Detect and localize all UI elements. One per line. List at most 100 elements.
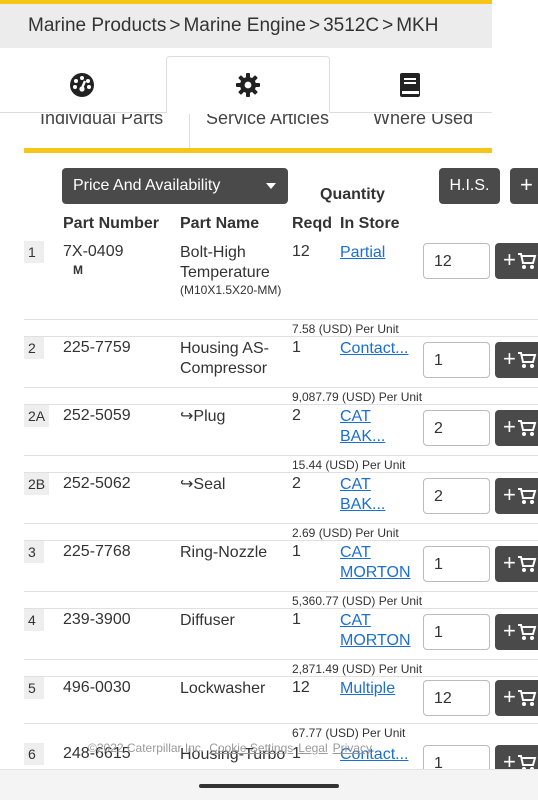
row-index: 4 [24, 609, 44, 631]
price-availability-label: Price And Availability [73, 177, 221, 194]
price-availability-button[interactable]: Price And Availability [62, 168, 288, 204]
row-index: 2B [24, 473, 50, 495]
cart-icon [518, 624, 537, 640]
quantity-input[interactable]: 12 [423, 680, 490, 716]
privacy-link[interactable]: Privacy [333, 741, 372, 755]
unit-price: 5,360.77 (USD) Per Unit [24, 591, 538, 609]
part-name: Lockwasher [180, 680, 266, 697]
reqd-value: 2 [292, 407, 301, 424]
cart-icon [518, 488, 537, 504]
in-store-link[interactable]: CAT MORTON [340, 543, 420, 583]
cart-icon [518, 253, 537, 269]
quantity-heading: Quantity [320, 186, 385, 203]
plus-icon: + [503, 346, 516, 371]
plus-icon: + [503, 684, 516, 709]
parts-tab-bar: Individual Parts Service Articles Where … [24, 114, 492, 152]
system-nav-bar [0, 769, 538, 800]
breadcrumb-item-marine-engine[interactable]: Marine Engine [183, 15, 306, 36]
plus-icon: + [503, 247, 516, 272]
unit-price: 7.58 (USD) Per Unit [24, 319, 538, 337]
add-to-cart-button[interactable]: + [495, 745, 538, 769]
add-to-cart-button[interactable]: + [495, 546, 538, 582]
chevron-down-icon [266, 183, 276, 189]
breadcrumb-separator: > [169, 15, 181, 36]
parts-table: Price And Availability Quantity H.I.S. +… [24, 153, 538, 769]
part-number-marker: M [73, 263, 83, 277]
cart-icon [518, 352, 537, 368]
his-button[interactable]: H.I.S. [439, 168, 500, 204]
tab-service-articles[interactable]: Service Articles [189, 114, 355, 152]
part-number: 225-7768 [63, 543, 131, 560]
quantity-input[interactable]: 1 [423, 614, 490, 650]
tab-parts[interactable] [166, 56, 330, 113]
tab-manual[interactable] [328, 56, 492, 113]
in-store-link[interactable]: CAT MORTON [340, 611, 420, 651]
breadcrumb-item-marine-products[interactable]: Marine Products [28, 15, 166, 36]
unit-price: 9,087.79 (USD) Per Unit [24, 387, 538, 405]
gear-icon [236, 72, 260, 97]
column-header-part-name: Part Name [180, 215, 260, 232]
table-row: 4 239-3900 Diffuser 1 CAT MORTON 1 + [24, 609, 538, 659]
in-store-link[interactable]: CAT BAK... [340, 407, 420, 447]
quantity-input[interactable]: 2 [423, 478, 490, 514]
row-index: 6 [24, 743, 44, 765]
part-number: 252-5059 [63, 407, 131, 424]
cart-icon [518, 755, 537, 769]
table-row: 2B 252-5062 ↪Seal 2 CAT BAK... 2 + [24, 473, 538, 523]
in-store-link[interactable]: Multiple [340, 679, 420, 699]
breadcrumb-item-prefix: MKH [396, 15, 439, 36]
gauge-icon [70, 72, 94, 97]
table-row: 5 496-0030 Lockwasher 12 Multiple 12 + [24, 677, 538, 723]
part-name: Housing AS-Compressor [180, 340, 269, 377]
add-to-cart-button[interactable]: + [495, 680, 538, 716]
part-name: ↪Plug [180, 408, 226, 425]
in-store-link[interactable]: Partial [340, 243, 420, 263]
legal-link[interactable]: Legal [298, 741, 327, 755]
add-to-cart-button[interactable]: + [495, 478, 538, 514]
in-store-link[interactable]: Contact... [340, 339, 420, 359]
breadcrumb-item-model[interactable]: 3512C [323, 15, 379, 36]
plus-icon: + [503, 414, 516, 439]
quantity-input[interactable]: 12 [423, 243, 490, 279]
reqd-value: 1 [292, 339, 301, 356]
row-index: 2A [24, 405, 50, 427]
home-gesture-handle[interactable] [199, 784, 339, 788]
plus-icon: + [503, 482, 516, 507]
quantity-input[interactable]: 1 [423, 342, 490, 378]
add-to-cart-button[interactable]: + [495, 243, 538, 279]
reqd-value: 12 [292, 243, 310, 260]
unit-price: 2.69 (USD) Per Unit [24, 523, 538, 541]
breadcrumb-separator: > [308, 15, 321, 36]
unit-price: 15.44 (USD) Per Unit [24, 455, 538, 473]
reqd-value: 2 [292, 475, 301, 492]
tab-individual-parts[interactable]: Individual Parts [24, 114, 189, 152]
breadcrumb-separator: > [382, 15, 394, 36]
row-index: 1 [24, 241, 44, 263]
column-header-reqd: Reqd [292, 215, 332, 232]
quantity-input[interactable]: 2 [423, 410, 490, 446]
tab-where-used[interactable]: Where Used [355, 114, 492, 152]
part-name-text: Bolt-High Temperature [180, 244, 270, 281]
icon-tab-bar [0, 56, 492, 114]
add-to-cart-button[interactable]: + [495, 342, 538, 378]
part-name: Ring-Nozzle [180, 544, 268, 561]
quantity-input[interactable]: 1 [423, 745, 490, 769]
reqd-value: 12 [292, 679, 310, 696]
table-row: 2 225-7759 Housing AS-Compressor 1 Conta… [24, 337, 538, 387]
footer: ©2022 Caterpillar Inc. Cookie Settings Leg… [88, 741, 377, 755]
add-all-button[interactable]: + [510, 168, 538, 204]
cart-icon [518, 556, 537, 572]
add-to-cart-button[interactable]: + [495, 614, 538, 650]
part-name: ↪Seal [180, 476, 226, 493]
reqd-value: 1 [292, 543, 301, 560]
quantity-input[interactable]: 1 [423, 546, 490, 582]
in-store-link[interactable]: CAT BAK... [340, 475, 420, 515]
book-icon [400, 72, 420, 97]
tab-dashboard[interactable] [0, 56, 164, 113]
add-to-cart-button[interactable]: + [495, 410, 538, 446]
part-number: 239-3900 [63, 611, 131, 628]
cookie-settings-link[interactable]: Cookie Settings [209, 741, 293, 755]
unit-price: 67.77 (USD) Per Unit [24, 723, 538, 741]
column-header-in-store: In Store [340, 215, 400, 232]
tab-service-articles-label: Service Articles [206, 114, 330, 128]
